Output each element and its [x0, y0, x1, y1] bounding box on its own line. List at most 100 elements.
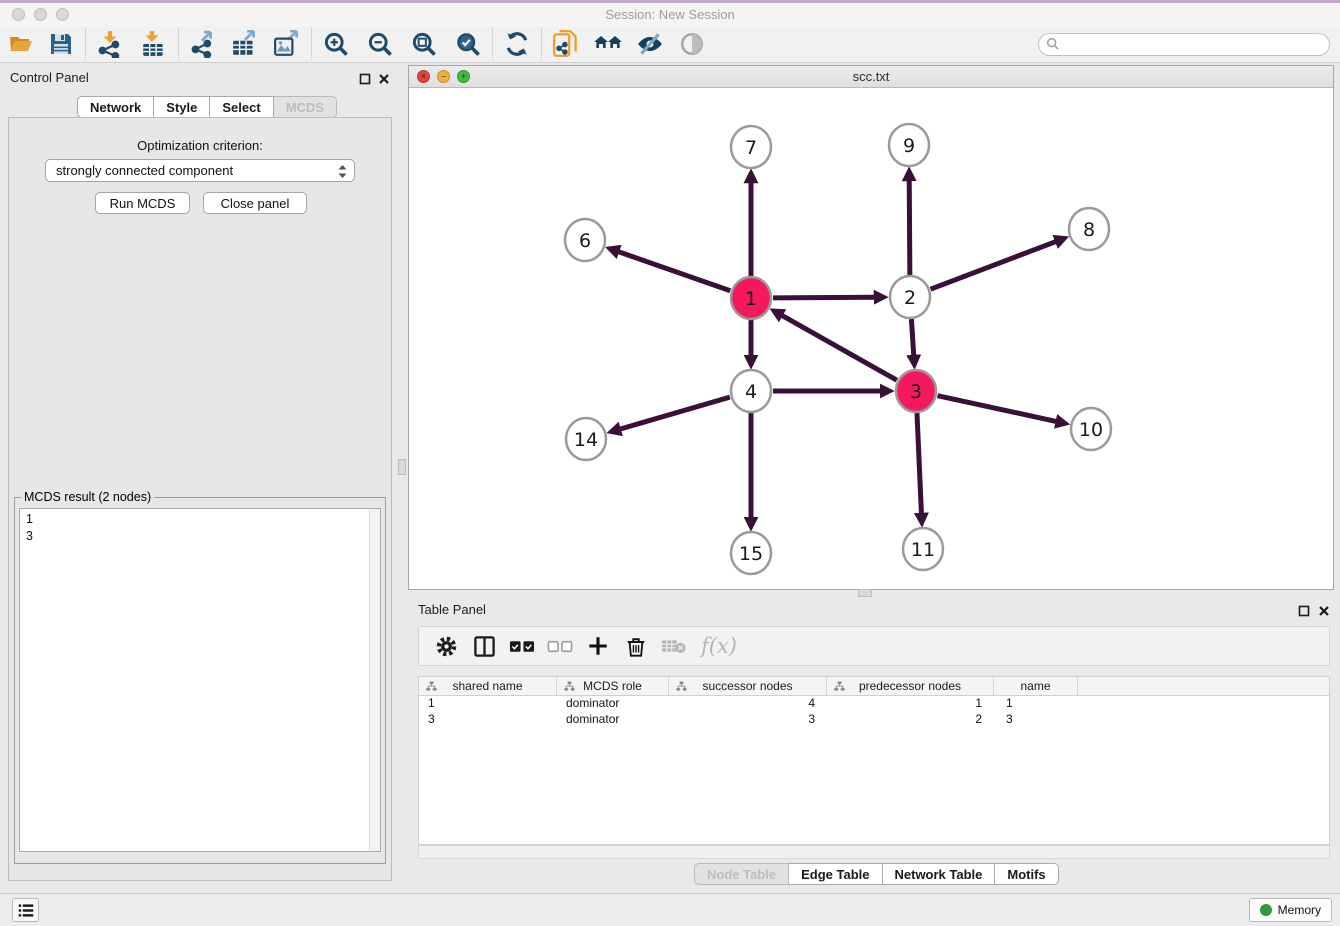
close-panel-button[interactable]: Close panel	[203, 192, 307, 214]
search-input[interactable]	[1038, 33, 1330, 56]
graph-node-11[interactable]: 11	[903, 528, 943, 570]
edge-3-1[interactable]	[781, 315, 897, 381]
select-all-button[interactable]	[509, 633, 535, 659]
close-panel-icon[interactable]	[378, 73, 390, 85]
edge-4-14[interactable]	[619, 397, 730, 429]
cell-mcds-role[interactable]: dominator	[557, 712, 669, 728]
trash-icon	[625, 635, 647, 658]
zoom-in-button[interactable]	[321, 29, 351, 59]
run-mcds-button[interactable]: Run MCDS	[95, 192, 190, 214]
cell-mcds-role[interactable]: dominator	[557, 696, 669, 712]
criterion-select[interactable]: strongly connected component	[45, 159, 355, 182]
import-network-button[interactable]	[95, 29, 125, 59]
tab-network-table[interactable]: Network Table	[883, 863, 996, 885]
delete-table-button[interactable]	[661, 633, 687, 659]
tab-node-table[interactable]: Node Table	[694, 863, 789, 885]
graph-node-3[interactable]: 3	[896, 370, 936, 412]
cell-shared-name[interactable]: 1	[419, 696, 557, 712]
table-row[interactable]: 1 dominator 4 1 1	[419, 696, 1329, 712]
cell-predecessor-nodes[interactable]: 2	[827, 712, 994, 728]
tree-icon	[676, 681, 687, 692]
network-view-window: × – + scc.txt 7 9 6 8 1 2 4 3 14 10 15 11	[408, 65, 1334, 590]
graph-node-7[interactable]: 7	[731, 126, 771, 168]
export-table-icon	[231, 30, 259, 58]
show-graphics-details-button[interactable]	[677, 29, 707, 59]
column-header-predecessor-nodes[interactable]: predecessor nodes	[827, 677, 994, 695]
window-titlebar: Session: New Session	[0, 3, 1340, 26]
float-panel-icon[interactable]	[359, 73, 371, 85]
zoom-out-button[interactable]	[365, 29, 395, 59]
graph-node-10[interactable]: 10	[1071, 408, 1111, 450]
tab-motifs[interactable]: Motifs	[995, 863, 1058, 885]
control-panel-title: Control Panel	[10, 70, 89, 85]
zoom-fit-button[interactable]	[409, 29, 439, 59]
mcds-result-text[interactable]: 1 3	[19, 508, 381, 852]
horizontal-splitter-handle[interactable]	[858, 589, 872, 597]
show-column-button[interactable]	[471, 633, 497, 659]
table-panel-title: Table Panel	[418, 602, 486, 617]
task-history-button[interactable]	[12, 898, 39, 922]
open-folder-icon	[8, 32, 34, 56]
edge-2-9[interactable]	[909, 179, 910, 275]
graph-node-6[interactable]: 6	[565, 219, 605, 261]
float-table-panel-icon[interactable]	[1298, 605, 1310, 617]
add-row-button[interactable]	[585, 633, 611, 659]
zoom-selected-button[interactable]	[453, 29, 483, 59]
network-canvas[interactable]: 7 9 6 8 1 2 4 3 14 10 15 11	[409, 88, 1333, 589]
table-settings-button[interactable]	[433, 633, 459, 659]
memory-button[interactable]: Memory	[1249, 898, 1332, 922]
column-header-name[interactable]: name	[994, 677, 1078, 695]
function-builder-button[interactable]: f(x)	[699, 633, 737, 659]
import-table-button[interactable]	[139, 29, 169, 59]
edge-1-6[interactable]	[617, 251, 730, 291]
deselect-all-button[interactable]	[547, 633, 573, 659]
hide-graphics-details-button[interactable]	[635, 29, 665, 59]
vertical-splitter-handle[interactable]	[398, 459, 406, 475]
close-table-panel-icon[interactable]	[1318, 605, 1330, 617]
tab-select[interactable]: Select	[210, 96, 273, 118]
export-image-button[interactable]	[272, 29, 302, 59]
table-horizontal-scrollbar[interactable]	[418, 845, 1330, 859]
open-session-button[interactable]	[6, 29, 36, 59]
cell-shared-name[interactable]: 3	[419, 712, 557, 728]
cell-name[interactable]: 3	[994, 712, 1078, 728]
refresh-icon	[504, 31, 530, 57]
column-header-shared-name[interactable]: shared name	[419, 677, 557, 695]
save-session-button[interactable]	[46, 29, 76, 59]
search-field[interactable]	[1038, 33, 1330, 56]
edge-3-10[interactable]	[937, 396, 1057, 422]
cell-predecessor-nodes[interactable]: 1	[827, 696, 994, 712]
export-table-button[interactable]	[230, 29, 260, 59]
tab-network[interactable]: Network	[77, 96, 154, 118]
result-scrollbar[interactable]	[369, 509, 380, 851]
graph-node-1[interactable]: 1	[731, 277, 771, 319]
svg-text:11: 11	[911, 539, 935, 561]
export-network-button[interactable]	[188, 29, 218, 59]
edge-2-3[interactable]	[911, 319, 913, 357]
tab-style[interactable]: Style	[154, 96, 210, 118]
tab-edge-table[interactable]: Edge Table	[789, 863, 882, 885]
graph-node-9[interactable]: 9	[889, 124, 929, 166]
delete-row-button[interactable]	[623, 633, 649, 659]
svg-text:f(x): f(x)	[699, 634, 737, 658]
share-document-button[interactable]	[551, 29, 581, 59]
cell-successor-nodes[interactable]: 4	[669, 696, 827, 712]
graph-node-8[interactable]: 8	[1069, 208, 1109, 250]
cell-successor-nodes[interactable]: 3	[669, 712, 827, 728]
edge-1-2[interactable]	[773, 297, 876, 298]
tab-mcds[interactable]: MCDS	[274, 96, 337, 118]
graph-node-2[interactable]: 2	[890, 276, 930, 318]
column-header-mcds-role[interactable]: MCDS role	[557, 677, 669, 695]
graph-node-14[interactable]: 14	[566, 418, 606, 460]
graph-node-4[interactable]: 4	[731, 370, 771, 412]
table-row[interactable]: 3 dominator 3 2 3	[419, 712, 1329, 728]
home-button[interactable]	[593, 29, 623, 59]
cell-name[interactable]: 1	[994, 696, 1078, 712]
network-window-titlebar[interactable]: × – + scc.txt	[409, 66, 1333, 88]
refresh-button[interactable]	[502, 29, 532, 59]
edge-3-11[interactable]	[917, 413, 922, 515]
graph-node-15[interactable]: 15	[731, 532, 771, 574]
edge-2-8[interactable]	[931, 241, 1058, 289]
svg-text:6: 6	[579, 230, 591, 252]
column-header-successor-nodes[interactable]: successor nodes	[669, 677, 827, 695]
